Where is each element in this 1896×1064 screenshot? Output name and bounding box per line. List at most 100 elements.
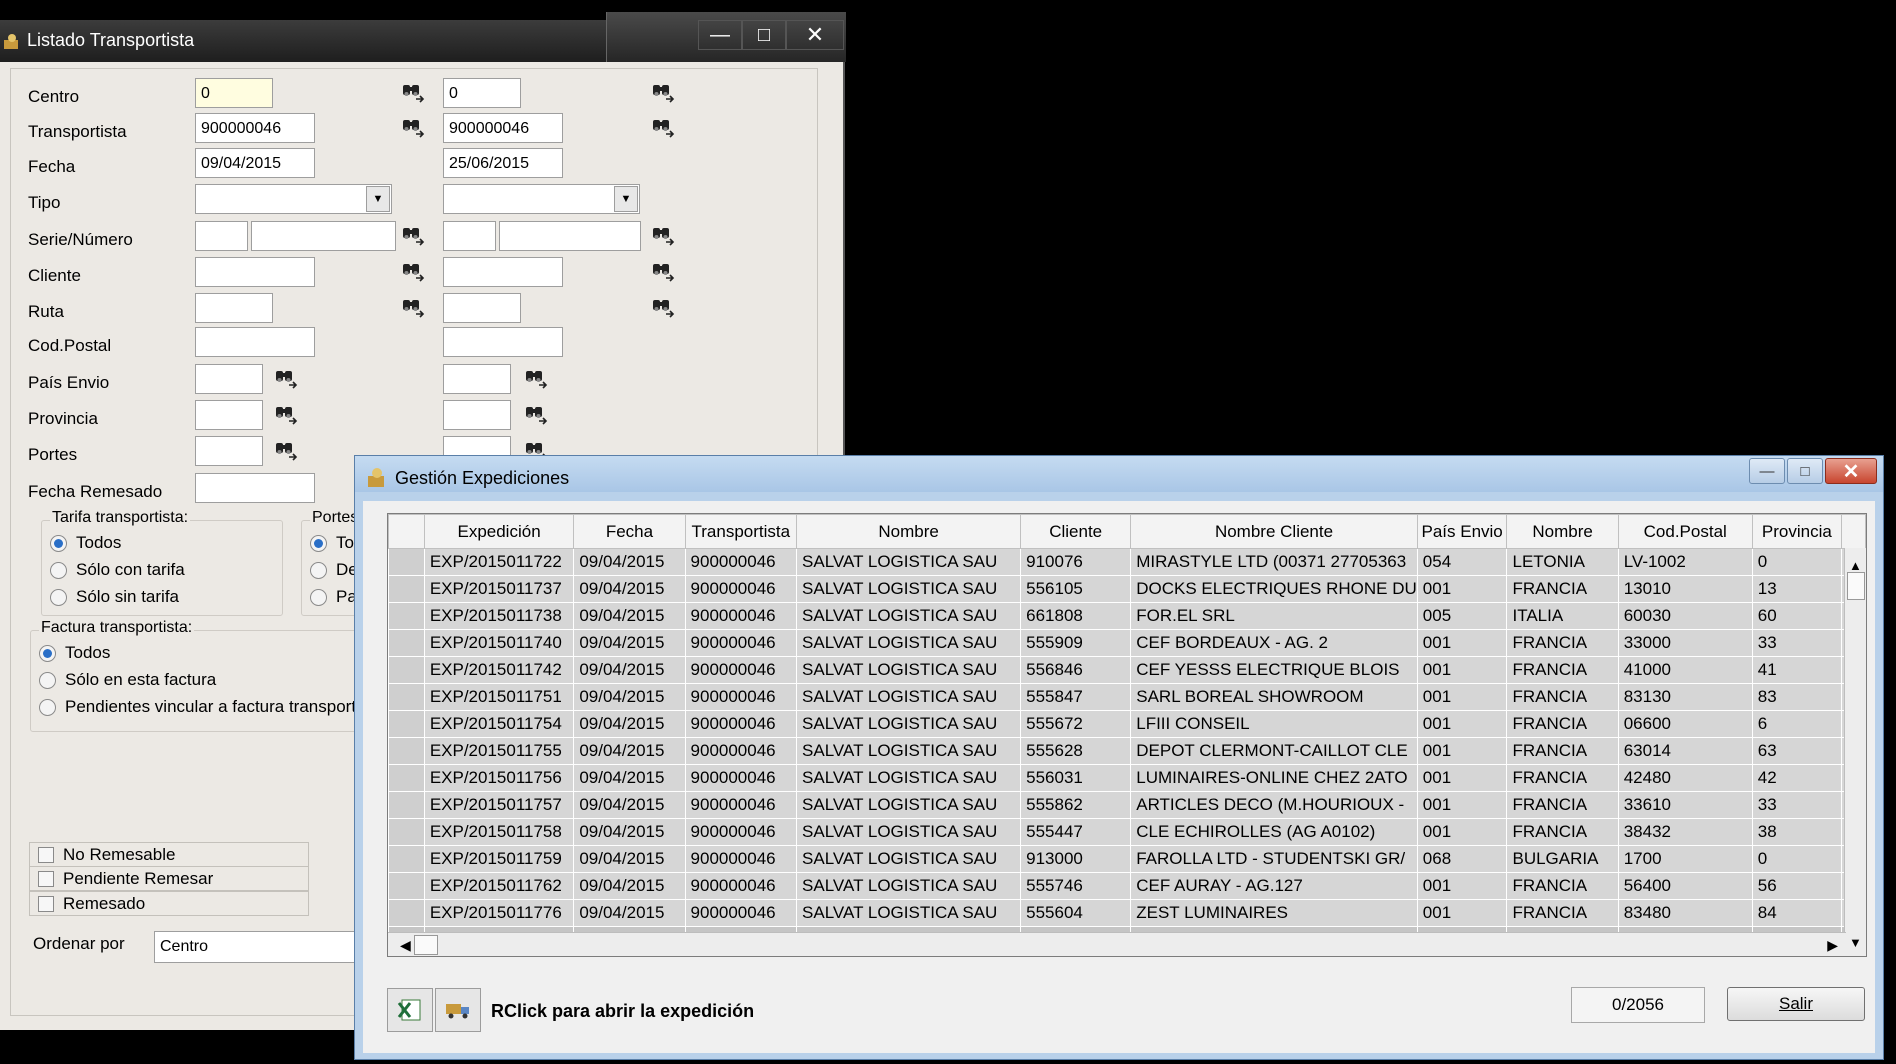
row-header[interactable] xyxy=(388,737,425,765)
table-cell[interactable]: FOR.EL SRL xyxy=(1130,602,1418,630)
table-cell[interactable]: 63014 xyxy=(1617,737,1753,765)
table-cell[interactable]: 41000 xyxy=(1617,656,1753,684)
table-cell[interactable]: 555672 xyxy=(1020,710,1132,738)
table-cell[interactable]: EXP/2015011742 xyxy=(423,656,575,684)
table-cell[interactable]: EXP/2015011751 xyxy=(423,683,575,711)
checkbox-no-remesable[interactable]: No Remesable xyxy=(29,842,309,867)
provincia-to-field[interactable] xyxy=(443,400,511,430)
table-cell[interactable]: 1700 xyxy=(1617,845,1753,873)
minimize-button[interactable]: — xyxy=(1749,458,1785,484)
tipo-to-select[interactable]: ▼ xyxy=(443,184,640,214)
ordenar-por-select[interactable]: Centro xyxy=(154,931,374,963)
table-cell[interactable]: SALVAT LOGISTICA SAU xyxy=(796,710,1022,738)
expediciones-grid[interactable]: Expedición Fecha Transportista Nombre Client… xyxy=(387,513,1867,957)
binoculars-icon[interactable] xyxy=(401,80,425,104)
table-cell[interactable]: FRANCIA xyxy=(1506,710,1619,738)
checkbox-remesado[interactable]: Remesado xyxy=(29,891,309,916)
table-cell[interactable]: 900000046 xyxy=(684,548,798,576)
row-header[interactable] xyxy=(388,602,425,630)
binoculars-icon[interactable] xyxy=(274,366,298,390)
table-cell[interactable]: EXP/2015011762 xyxy=(423,872,575,900)
table-cell[interactable]: EXP/2015011738 xyxy=(423,602,575,630)
table-cell[interactable]: 83130 xyxy=(1617,683,1753,711)
scroll-up-icon[interactable]: ▲ xyxy=(1849,558,1862,573)
table-row[interactable]: EXP/2015011759 09/04/2015 900000046 SALVAT … xyxy=(388,845,1866,873)
numero-from-field[interactable] xyxy=(251,221,396,251)
table-cell[interactable]: 0 xyxy=(1751,548,1843,576)
table-cell[interactable]: EXP/2015011755 xyxy=(423,737,575,765)
table-cell[interactable]: 555447 xyxy=(1020,818,1132,846)
table-cell[interactable]: FRANCIA xyxy=(1506,629,1619,657)
numero-to-field[interactable] xyxy=(499,221,641,251)
table-cell[interactable]: 900000046 xyxy=(684,818,798,846)
binoculars-icon[interactable] xyxy=(401,295,425,319)
serie-from-field[interactable] xyxy=(195,221,248,251)
table-cell[interactable]: FRANCIA xyxy=(1506,818,1619,846)
table-cell[interactable]: 09/04/2015 xyxy=(573,791,686,819)
table-cell[interactable]: 001 xyxy=(1416,764,1508,792)
table-cell[interactable]: 900000046 xyxy=(684,845,798,873)
binoculars-icon[interactable] xyxy=(651,115,675,139)
column-header[interactable]: Nombre Cliente xyxy=(1130,514,1418,549)
table-cell[interactable]: 900000046 xyxy=(684,575,798,603)
table-cell[interactable]: CEF AURAY - AG.127 xyxy=(1130,872,1418,900)
table-cell[interactable]: 900000046 xyxy=(684,899,798,927)
table-row[interactable]: EXP/2015011758 09/04/2015 900000046 SALVAT … xyxy=(388,818,1866,846)
table-cell[interactable]: SALVAT LOGISTICA SAU xyxy=(796,575,1022,603)
row-header[interactable] xyxy=(388,548,425,576)
table-cell[interactable]: 910076 xyxy=(1020,548,1132,576)
cod-postal-from-field[interactable] xyxy=(195,327,315,357)
binoculars-icon[interactable] xyxy=(401,115,425,139)
table-cell[interactable]: 005 xyxy=(1416,602,1508,630)
table-cell[interactable]: 900000046 xyxy=(684,872,798,900)
table-cell[interactable]: 555847 xyxy=(1020,683,1132,711)
column-header[interactable]: País Envio xyxy=(1416,514,1508,549)
tipo-from-select[interactable]: ▼ xyxy=(195,184,392,214)
table-row[interactable]: EXP/2015011757 09/04/2015 900000046 SALVAT … xyxy=(388,791,1866,819)
table-cell[interactable]: 900000046 xyxy=(684,656,798,684)
table-cell[interactable]: ARTICLES DECO (M.HOURIOUX - xyxy=(1130,791,1418,819)
table-cell[interactable]: 0 xyxy=(1751,845,1843,873)
table-cell[interactable]: 33 xyxy=(1751,629,1843,657)
table-cell[interactable]: 900000046 xyxy=(684,683,798,711)
radio-portes-1[interactable]: To xyxy=(310,533,354,553)
table-cell[interactable]: 555909 xyxy=(1020,629,1132,657)
column-header[interactable]: Nombre xyxy=(796,514,1022,549)
binoculars-icon[interactable] xyxy=(274,438,298,462)
table-cell[interactable]: BULGARIA xyxy=(1506,845,1619,873)
table-cell[interactable]: 09/04/2015 xyxy=(573,899,686,927)
table-cell[interactable]: 41 xyxy=(1751,656,1843,684)
title-bar[interactable]: Gestión Expediciones — □ ✕ xyxy=(355,456,1883,492)
fecha-to-field[interactable]: 25/06/2015 xyxy=(443,148,563,178)
horizontal-scrollbar[interactable]: ◀ ▶ xyxy=(388,932,1846,956)
table-cell[interactable]: ITALIA xyxy=(1506,602,1619,630)
table-row[interactable]: EXP/2015011762 09/04/2015 900000046 SALVAT … xyxy=(388,872,1866,900)
radio-tarifa-sin[interactable]: Sólo sin tarifa xyxy=(50,587,179,607)
table-cell[interactable]: 556846 xyxy=(1020,656,1132,684)
table-cell[interactable]: 38 xyxy=(1751,818,1843,846)
table-cell[interactable]: SALVAT LOGISTICA SAU xyxy=(796,656,1022,684)
close-button[interactable]: ✕ xyxy=(786,20,844,50)
table-cell[interactable]: SALVAT LOGISTICA SAU xyxy=(796,629,1022,657)
title-bar[interactable]: Listado Transportista — □ ✕ xyxy=(0,12,846,62)
checkbox-pendiente-remesar[interactable]: Pendiente Remesar xyxy=(29,866,309,891)
table-cell[interactable]: 09/04/2015 xyxy=(573,656,686,684)
table-cell[interactable]: CLE ECHIROLLES (AG A0102) xyxy=(1130,818,1418,846)
row-header[interactable] xyxy=(388,899,425,927)
table-cell[interactable]: EXP/2015011740 xyxy=(423,629,575,657)
fecha-from-field[interactable]: 09/04/2015 xyxy=(195,148,315,178)
binoculars-icon[interactable] xyxy=(651,259,675,283)
table-cell[interactable]: 60030 xyxy=(1617,602,1753,630)
table-cell[interactable]: 556031 xyxy=(1020,764,1132,792)
table-cell[interactable]: 6 xyxy=(1751,710,1843,738)
scroll-down-icon[interactable]: ▼ xyxy=(1849,935,1862,950)
table-cell[interactable]: 001 xyxy=(1416,575,1508,603)
ruta-to-field[interactable] xyxy=(443,293,521,323)
column-header[interactable]: Cod.Postal xyxy=(1617,514,1753,549)
table-row[interactable]: EXP/2015011742 09/04/2015 900000046 SALVAT … xyxy=(388,656,1866,684)
table-row[interactable]: EXP/2015011740 09/04/2015 900000046 SALVAT … xyxy=(388,629,1866,657)
scroll-thumb[interactable] xyxy=(1847,572,1865,600)
table-cell[interactable]: 13 xyxy=(1751,575,1843,603)
table-cell[interactable]: FRANCIA xyxy=(1506,683,1619,711)
table-cell[interactable]: FRANCIA xyxy=(1506,737,1619,765)
